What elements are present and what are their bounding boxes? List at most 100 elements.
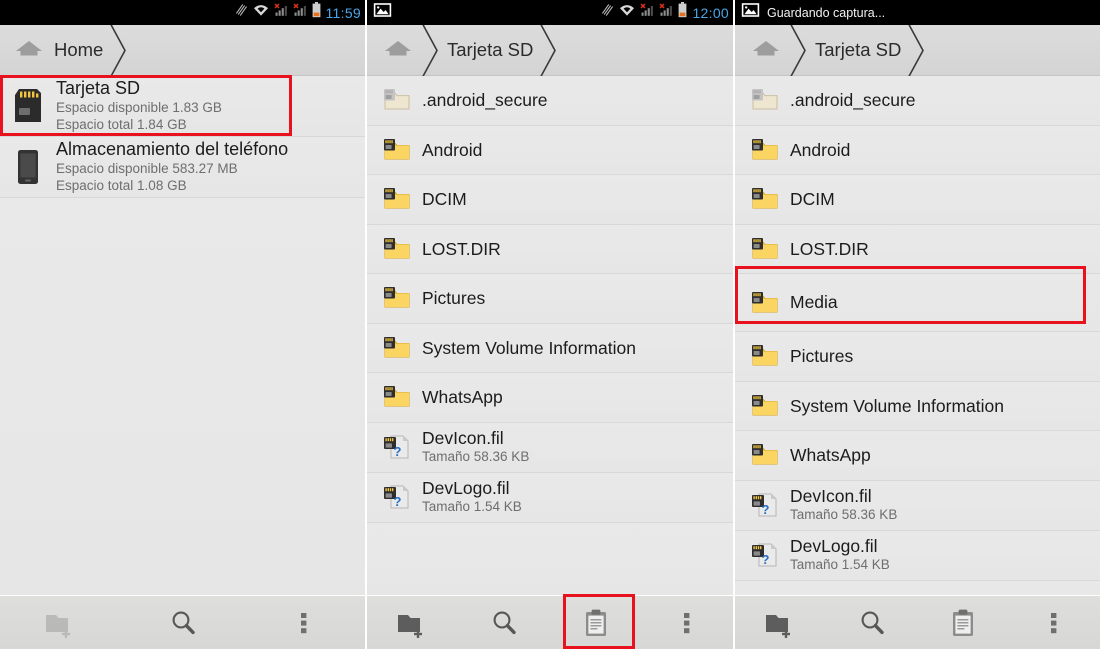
file-name: DevLogo.fil (790, 536, 878, 557)
file-size: Tamaño 1.54 KB (422, 499, 522, 515)
breadcrumb-separator-icon (105, 25, 131, 76)
breadcrumb: Home (0, 25, 365, 76)
folder-sd-icon (748, 442, 782, 468)
list-item[interactable]: ? DevLogo.fil Tamaño 1.54 KB (367, 472, 733, 523)
list-item[interactable]: WhatsApp (735, 431, 1100, 481)
file-name: LOST.DIR (422, 238, 501, 259)
battery-icon (678, 2, 687, 23)
list-item[interactable]: ? DevIcon.fil Tamaño 58.36 KB (367, 422, 733, 473)
file-name: LOST.DIR (790, 238, 869, 259)
svg-text:?: ? (762, 502, 770, 517)
search-button[interactable] (122, 596, 244, 649)
breadcrumb-item-tarjeta-sd[interactable]: Tarjeta SD (811, 25, 903, 75)
file-size: Tamaño 1.54 KB (790, 557, 890, 573)
list-item[interactable]: LOST.DIR (367, 224, 733, 274)
list-item[interactable]: ? DevIcon.fil Tamaño 58.36 KB (735, 480, 1100, 531)
file-name: DevLogo.fil (422, 478, 510, 499)
status-clock: 12:00 (692, 4, 729, 21)
file-name: Pictures (790, 346, 854, 367)
list-item[interactable]: Media (735, 274, 1100, 332)
folder-sd-disabled-icon (380, 87, 414, 113)
empty-list-area (735, 580, 1100, 595)
panel-home: 11:59 Home Tarjeta SD Espacio disponible… (0, 0, 367, 649)
empty-list-area (0, 198, 365, 595)
storage-total-space: Espacio total 1.84 GB (56, 117, 187, 133)
list-item[interactable]: LOST.DIR (735, 224, 1100, 274)
list-item[interactable]: System Volume Information (735, 381, 1100, 431)
signal-no-sim-icon (273, 3, 288, 22)
status-notification-text: Guardando captura... (767, 5, 886, 20)
list-item[interactable]: Almacenamiento del teléfono Espacio disp… (0, 137, 365, 198)
file-name: DCIM (422, 189, 467, 210)
breadcrumb-item-home[interactable] (367, 25, 417, 75)
list-item[interactable]: Android (367, 125, 733, 175)
overflow-menu-button[interactable] (243, 596, 365, 649)
list-item[interactable]: DCIM (735, 175, 1100, 225)
list-item[interactable]: Android (735, 125, 1100, 175)
file-list[interactable]: .android_secure Android (367, 76, 733, 595)
bottom-toolbar (0, 595, 365, 649)
clipboard-paste-button[interactable] (918, 596, 1009, 649)
new-folder-button[interactable] (367, 596, 459, 649)
overflow-menu-button[interactable] (642, 596, 734, 649)
breadcrumb-item-tarjeta-sd[interactable]: Tarjeta SD (443, 25, 535, 75)
file-list[interactable]: .android_secure Android (735, 76, 1100, 595)
file-name: DevIcon.fil (790, 486, 872, 507)
wifi-icon (619, 4, 635, 22)
new-folder-button[interactable] (735, 596, 826, 649)
breadcrumb: Tarjeta SD (735, 25, 1100, 76)
clipboard-paste-button[interactable] (550, 596, 642, 649)
folder-sd-icon (380, 236, 414, 262)
file-name: DevIcon.fil (422, 428, 504, 449)
list-item[interactable]: Pictures (735, 332, 1100, 382)
three-screenshot-strip: 11:59 Home Tarjeta SD Espacio disponible… (0, 0, 1100, 649)
list-item[interactable]: DCIM (367, 175, 733, 225)
file-unknown-sd-icon: ? (748, 541, 782, 569)
status-bar: 12:00 (367, 0, 733, 25)
folder-sd-icon (748, 343, 782, 369)
file-unknown-sd-icon: ? (380, 483, 414, 511)
breadcrumb-item-home[interactable] (735, 25, 785, 75)
list-item[interactable]: .android_secure (367, 76, 733, 126)
folder-sd-icon (748, 393, 782, 419)
storage-name: Almacenamiento del teléfono (56, 139, 289, 160)
storage-free-space: Espacio disponible 583.27 MB (56, 160, 238, 176)
folder-sd-icon (380, 186, 414, 212)
breadcrumb-item-home[interactable]: Home (0, 25, 105, 75)
list-item[interactable]: .android_secure (735, 76, 1100, 126)
folder-sd-icon (380, 335, 414, 361)
empty-list-area (367, 522, 733, 595)
status-bar: 11:59 (0, 0, 365, 25)
list-item[interactable]: Tarjeta SD Espacio disponible 1.83 GB Es… (0, 76, 365, 137)
new-folder-button[interactable] (0, 596, 122, 649)
panel-sdcard-after-paste: Guardando captura... Tarjeta SD .android… (735, 0, 1100, 649)
file-name: WhatsApp (422, 387, 503, 408)
phone-storage-icon (8, 148, 48, 186)
storage-total-space: Espacio total 1.08 GB (56, 178, 187, 194)
list-item[interactable]: WhatsApp (367, 373, 733, 423)
breadcrumb-separator-icon (785, 25, 811, 76)
list-item[interactable]: System Volume Information (367, 323, 733, 373)
overflow-menu-button[interactable] (1009, 596, 1100, 649)
folder-sd-icon (748, 290, 782, 316)
list-item[interactable]: ? DevLogo.fil Tamaño 1.54 KB (735, 530, 1100, 581)
vibrate-icon (235, 3, 248, 23)
folder-sd-icon (380, 384, 414, 410)
search-button[interactable] (826, 596, 917, 649)
vibrate-icon (601, 3, 614, 23)
file-name: Pictures (422, 288, 486, 309)
home-icon (381, 37, 415, 64)
storage-list[interactable]: Tarjeta SD Espacio disponible 1.83 GB Es… (0, 76, 365, 595)
file-size: Tamaño 58.36 KB (790, 507, 898, 523)
folder-sd-icon (748, 236, 782, 262)
file-name: System Volume Information (422, 337, 636, 358)
folder-sd-icon (748, 137, 782, 163)
breadcrumb-label: Tarjeta SD (447, 39, 534, 60)
sd-card-icon (8, 88, 48, 124)
search-button[interactable] (459, 596, 551, 649)
list-item[interactable]: Pictures (367, 274, 733, 324)
signal-no-sim-icon (659, 3, 673, 22)
svg-text:?: ? (762, 552, 770, 567)
breadcrumb-separator-icon (417, 25, 443, 76)
folder-sd-disabled-icon (748, 87, 782, 113)
